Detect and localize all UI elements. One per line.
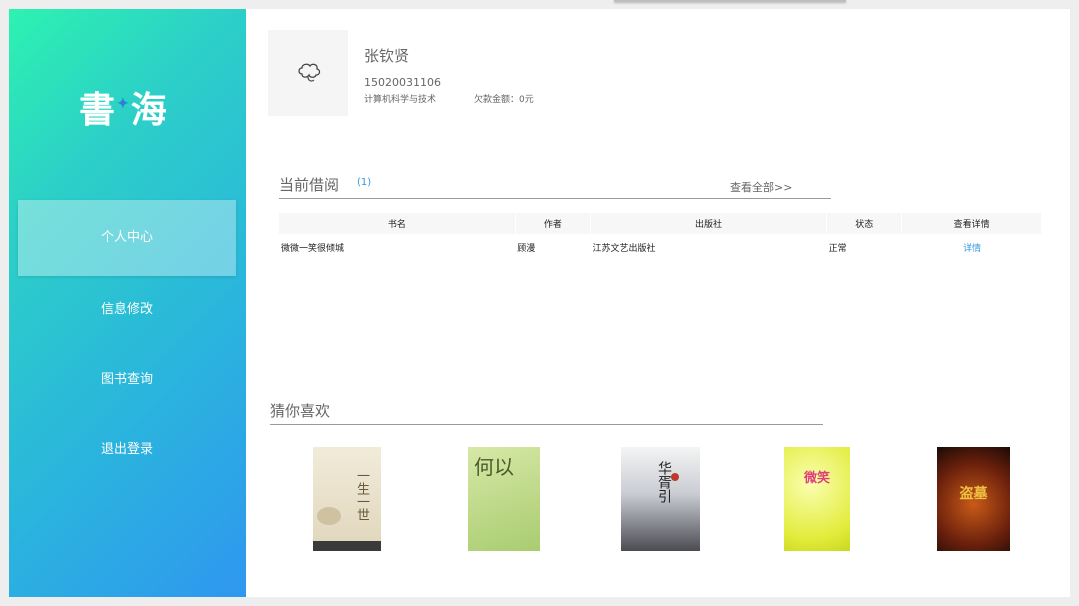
cover-seal bbox=[671, 473, 679, 481]
borrow-section-divider bbox=[279, 198, 831, 199]
debt-amount: 欠款金额：0元 bbox=[474, 95, 534, 105]
sidebar-item-edit-info[interactable]: 信息修改 bbox=[18, 290, 236, 330]
cover-band bbox=[313, 541, 381, 551]
logo-char-2: 海 bbox=[130, 89, 173, 131]
logo-char-1: 書 bbox=[79, 89, 122, 131]
book-cover: 一生一世 bbox=[313, 447, 381, 551]
sidebar-item-book-search[interactable]: 图书查询 bbox=[18, 360, 236, 400]
sidebar-item-logout[interactable]: 退出登录 bbox=[18, 430, 236, 470]
borrow-count-badge: (1) bbox=[357, 177, 372, 188]
recommend-section-title: 猜你喜欢 bbox=[270, 402, 331, 420]
column-header-author: 作者 bbox=[515, 213, 591, 234]
recommended-book-3[interactable]: 华胥引 bbox=[621, 447, 700, 551]
book-cover-title: 微笑 bbox=[803, 471, 830, 486]
user-major: 计算机科学与技术 bbox=[364, 95, 437, 105]
borrow-section-title: 当前借阅 bbox=[279, 176, 340, 194]
recommended-book-1[interactable]: 一生一世 bbox=[313, 447, 381, 551]
cloud-doodle-icon bbox=[298, 63, 321, 82]
sidebar-item-personal-center[interactable]: 个人中心 bbox=[18, 200, 236, 276]
book-cover-title: 华胥引 bbox=[656, 461, 672, 503]
user-name: 张钦贤 bbox=[364, 47, 410, 65]
book-cover: 盗墓 bbox=[937, 447, 1010, 551]
cell-publisher: 江苏文艺出版社 bbox=[592, 243, 656, 254]
book-cover: 何以 bbox=[468, 447, 540, 551]
detail-link[interactable]: 详情 bbox=[902, 234, 1042, 260]
table-header-row: 书名 作者 出版社 状态 查看详情 bbox=[279, 213, 1042, 234]
recommended-book-2[interactable]: 何以 bbox=[468, 447, 540, 551]
cover-ornament bbox=[317, 507, 341, 525]
sidebar: 書✦海 个人中心 信息修改 图书查询 退出登录 bbox=[9, 9, 246, 597]
column-header-detail: 查看详情 bbox=[901, 213, 1042, 234]
cell-author: 顾漫 bbox=[517, 243, 536, 254]
book-cover: 微笑 bbox=[784, 447, 850, 551]
book-cover: 华胥引 bbox=[621, 447, 700, 551]
borrow-table: 书名 作者 出版社 状态 查看详情 微微一笑很倾城 顾漫 江苏文艺出版社 正常 … bbox=[279, 213, 1042, 260]
cell-book-title: 微微一笑很倾城 bbox=[281, 243, 345, 254]
book-cover-title: 何以 bbox=[474, 455, 514, 479]
column-header-title: 书名 bbox=[279, 213, 516, 234]
column-header-status: 状态 bbox=[826, 213, 903, 234]
recommend-section-divider bbox=[270, 424, 823, 425]
window-top-edge bbox=[614, 0, 846, 2]
recommended-book-4[interactable]: 微笑 bbox=[784, 447, 850, 551]
table-row: 微微一笑很倾城 顾漫 江苏文艺出版社 正常 详情 bbox=[279, 234, 1042, 260]
avatar bbox=[268, 30, 348, 116]
cell-status: 正常 bbox=[828, 243, 847, 254]
recommended-book-5[interactable]: 盗墓 bbox=[937, 447, 1010, 551]
app-logo: 書✦海 bbox=[79, 81, 189, 131]
student-id: 15020031106 bbox=[364, 76, 441, 89]
view-all-link[interactable]: 查看全部>> bbox=[730, 179, 792, 195]
main-content: 张钦贤 15020031106 计算机科学与技术 欠款金额：0元 当前借阅 (1… bbox=[246, 9, 1070, 597]
book-cover-title: 一生一世 bbox=[354, 469, 369, 521]
column-header-publisher: 出版社 bbox=[590, 213, 828, 234]
logo-accent-mark: ✦ bbox=[117, 96, 135, 112]
book-cover-title: 盗墓 bbox=[959, 486, 988, 502]
